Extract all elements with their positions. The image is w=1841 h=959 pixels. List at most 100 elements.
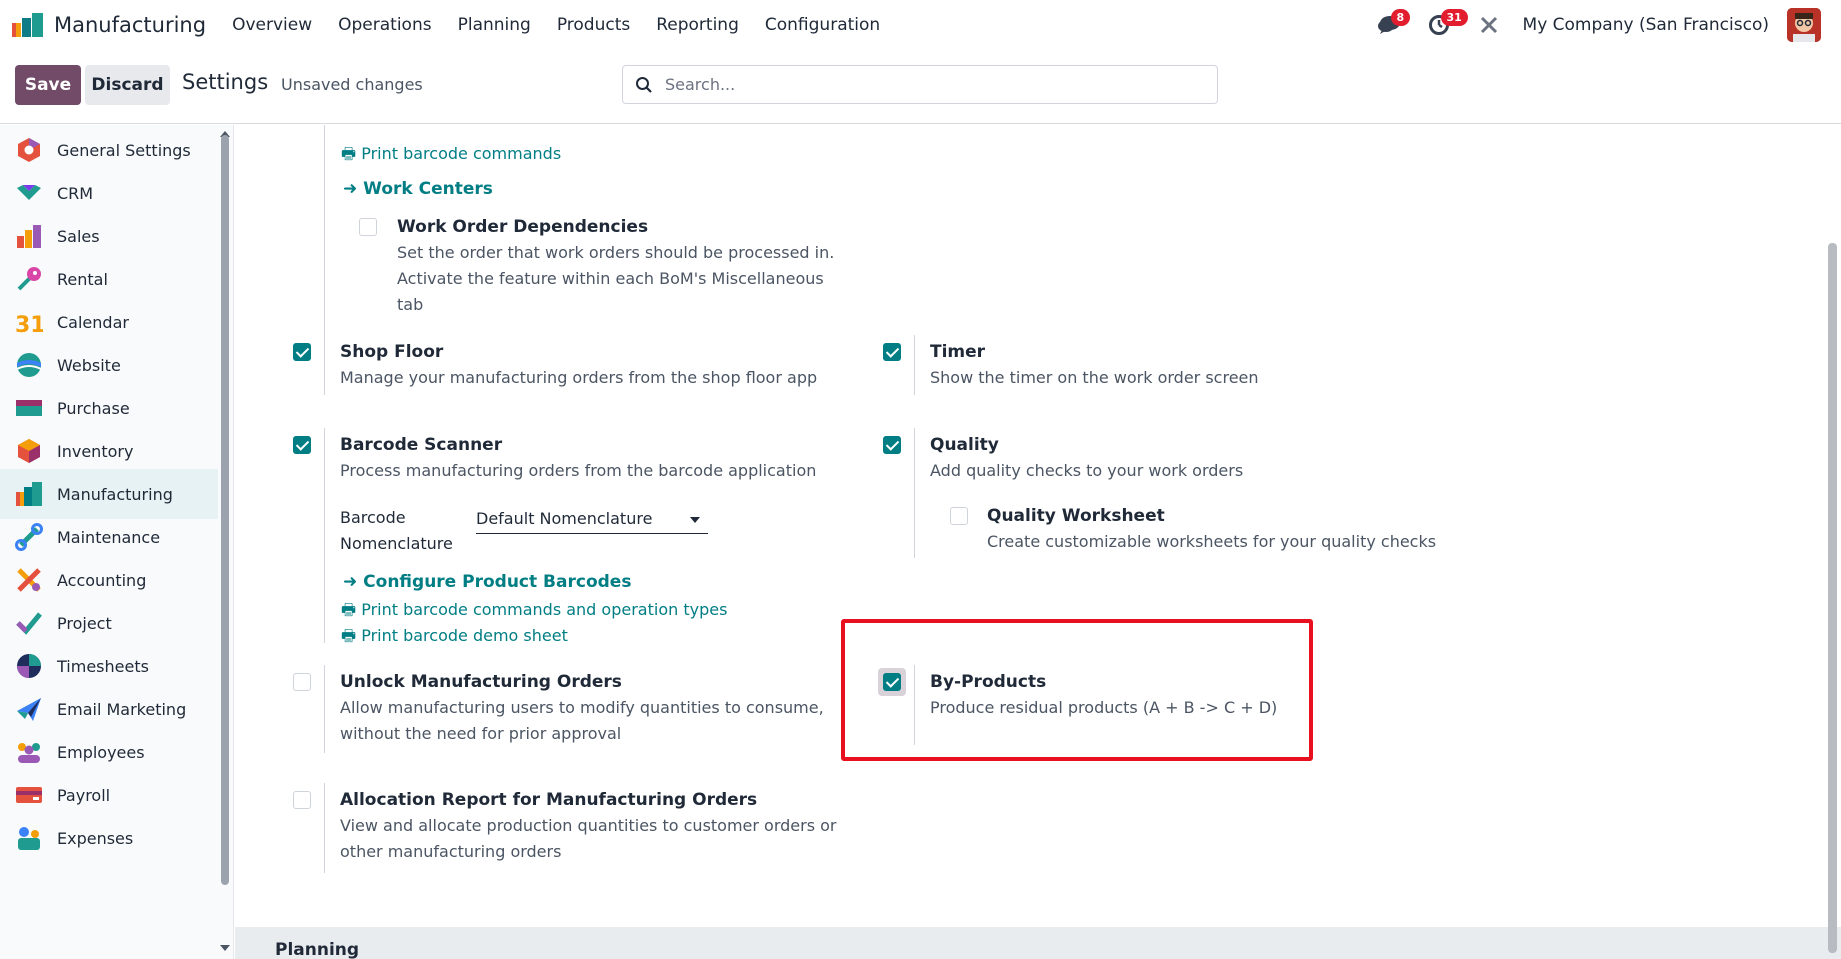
timer-title: Timer xyxy=(930,342,986,362)
separator xyxy=(324,783,325,873)
quality-title: Quality xyxy=(930,435,999,455)
project-icon xyxy=(16,612,42,635)
tools-icon xyxy=(1480,16,1497,34)
search-box[interactable] xyxy=(622,65,1218,104)
separator xyxy=(324,428,325,643)
control-panel: Save Discard Settings Unsaved changes xyxy=(0,50,1841,124)
separator xyxy=(914,335,915,395)
arrow-right-icon: ➜ xyxy=(343,179,358,199)
caret-down-icon xyxy=(690,517,700,523)
debug-tools-button[interactable] xyxy=(1473,9,1505,41)
app-brand[interactable]: Manufacturing xyxy=(12,0,232,50)
search-icon xyxy=(636,76,652,93)
barcode-nomenclature-label-2: Nomenclature xyxy=(340,534,453,553)
barcode-scanner-desc: Process manufacturing orders from the ba… xyxy=(340,461,817,480)
quality-worksheet-desc: Create customizable worksheets for your … xyxy=(987,532,1437,551)
menu-products[interactable]: Products xyxy=(557,15,630,35)
timer-desc: Show the timer on the work order screen xyxy=(930,368,1259,387)
maintenance-icon xyxy=(15,523,43,551)
work-centers-link[interactable]: ➜ Work Centers xyxy=(343,179,493,199)
manufacturing-app-icon xyxy=(12,13,44,37)
timesheets-icon xyxy=(17,654,41,678)
planning-section-title: Planning xyxy=(275,940,360,959)
work-order-dependencies-desc-2: Activate the feature within each BoM's M… xyxy=(397,269,824,288)
print-barcode-commands-link[interactable]: 🖶 Print barcode commands xyxy=(341,143,561,170)
quality-worksheet-checkbox[interactable] xyxy=(950,507,968,525)
printer-icon: 🖶 xyxy=(341,144,357,163)
menu-reporting[interactable]: Reporting xyxy=(656,15,739,35)
unlock-manufacturing-orders-title: Unlock Manufacturing Orders xyxy=(340,672,622,692)
search-input[interactable] xyxy=(665,75,1195,94)
print-barcode-commands-ops-link[interactable]: 🖶 Print barcode commands and operation t… xyxy=(341,599,727,626)
print-barcode-demo-link[interactable]: 🖶 Print barcode demo sheet xyxy=(341,625,568,652)
sidebar-scroll-down-icon[interactable] xyxy=(220,945,230,951)
messages-button[interactable]: 8 xyxy=(1373,9,1411,41)
employees-icon xyxy=(18,743,40,763)
sales-icon xyxy=(17,225,41,248)
unlock-manufacturing-orders-desc-1: Allow manufacturing users to modify quan… xyxy=(340,698,824,717)
work-order-dependencies-desc-3: tab xyxy=(397,295,424,314)
timer-checkbox[interactable] xyxy=(883,343,901,361)
allocation-report-checkbox[interactable] xyxy=(293,791,311,809)
barcode-scanner-checkbox[interactable] xyxy=(293,436,311,454)
unlock-manufacturing-orders-checkbox[interactable] xyxy=(293,673,311,691)
settings-content: 🖶 Print barcode commands ➜ Work Centers … xyxy=(235,125,1841,959)
by-products-highlight-box xyxy=(841,619,1313,761)
discard-button[interactable]: Discard xyxy=(85,65,170,105)
rental-icon xyxy=(17,267,41,291)
arrow-right-icon: ➜ xyxy=(343,572,358,592)
svg-text:31: 31 xyxy=(15,313,43,336)
unlock-manufacturing-orders-desc-2: without the need for prior approval xyxy=(340,724,622,743)
top-navbar: Manufacturing Overview Operations Planni… xyxy=(0,0,1841,50)
crm-icon xyxy=(17,185,41,200)
separator xyxy=(324,125,325,353)
configure-product-barcodes-link[interactable]: ➜ Configure Product Barcodes xyxy=(343,572,631,592)
user-avatar[interactable] xyxy=(1787,8,1821,42)
purchase-icon xyxy=(16,400,42,416)
by-products-checkbox[interactable] xyxy=(883,673,901,691)
calendar-icon: 31 xyxy=(15,313,43,336)
barcode-nomenclature-select[interactable]: Default Nomenclature xyxy=(476,504,708,534)
messages-badge: 8 xyxy=(1390,9,1411,26)
sidebar-item-expenses[interactable]: Expenses xyxy=(0,813,218,863)
website-icon xyxy=(16,353,42,377)
printer-icon: 🖶 xyxy=(341,600,357,619)
quality-checkbox[interactable] xyxy=(883,436,901,454)
quality-worksheet-title: Quality Worksheet xyxy=(987,506,1165,526)
barcode-nomenclature-label-1: Barcode xyxy=(340,508,406,527)
company-switcher[interactable]: My Company (San Francisco) xyxy=(1523,15,1769,35)
separator xyxy=(914,428,915,558)
unsaved-status: Unsaved changes xyxy=(281,75,423,94)
menu-operations[interactable]: Operations xyxy=(338,15,431,35)
menu-configuration[interactable]: Configuration xyxy=(765,15,880,35)
printer-icon: 🖶 xyxy=(341,626,357,645)
app-name: Manufacturing xyxy=(54,13,207,37)
activities-button[interactable]: 31 xyxy=(1423,9,1468,41)
general-settings-icon xyxy=(18,138,40,162)
barcode-scanner-title: Barcode Scanner xyxy=(340,435,503,455)
separator xyxy=(324,665,325,753)
menu-overview[interactable]: Overview xyxy=(232,15,312,35)
work-order-dependencies-checkbox[interactable] xyxy=(359,218,377,236)
save-button[interactable]: Save xyxy=(15,65,81,105)
email-marketing-icon xyxy=(17,698,41,721)
content-scrollbar[interactable] xyxy=(1828,243,1837,953)
by-products-title: By-Products xyxy=(930,672,1047,692)
separator xyxy=(914,665,915,745)
allocation-report-desc-2: other manufacturing orders xyxy=(340,842,562,861)
page-title: Settings xyxy=(182,70,269,94)
settings-app-sidebar: General Settings CRM Sales Rental 31 Cal… xyxy=(0,125,234,959)
allocation-report-title: Allocation Report for Manufacturing Orde… xyxy=(340,790,758,810)
inventory-icon xyxy=(18,439,40,463)
expenses-icon xyxy=(18,827,40,850)
activities-badge: 31 xyxy=(1440,9,1468,26)
menu-planning[interactable]: Planning xyxy=(458,15,531,35)
planning-section-header xyxy=(235,927,1841,959)
quality-desc: Add quality checks to your work orders xyxy=(930,461,1244,480)
sidebar-scrollbar[interactable] xyxy=(221,135,229,885)
payroll-icon xyxy=(16,787,42,803)
accounting-icon xyxy=(17,568,41,592)
shop-floor-checkbox[interactable] xyxy=(293,343,311,361)
separator xyxy=(324,335,325,395)
manufacturing-icon xyxy=(16,482,42,506)
